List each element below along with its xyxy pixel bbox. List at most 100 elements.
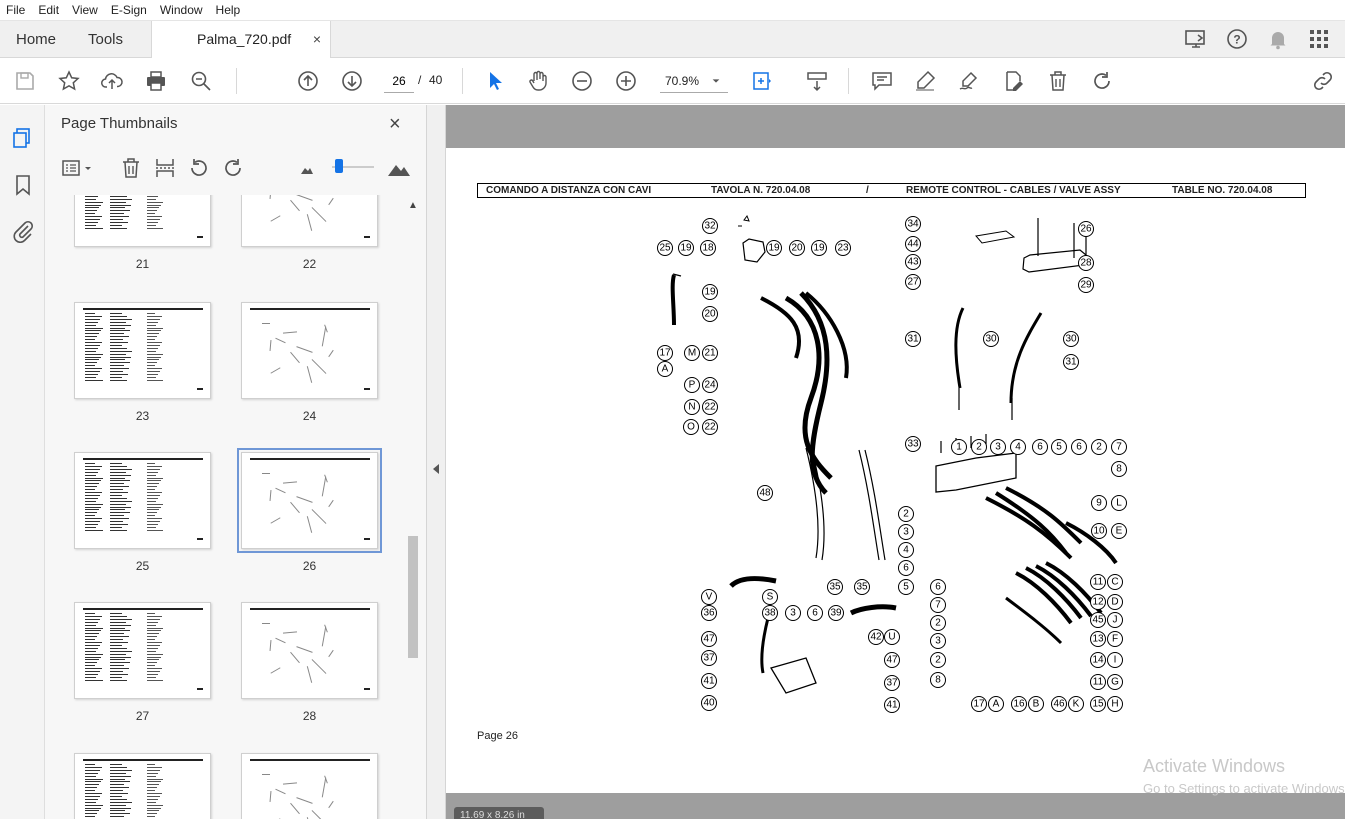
- collapse-panel-arrow-icon[interactable]: [433, 464, 439, 474]
- page-thumbnail[interactable]: [74, 452, 211, 549]
- page-thumbnail[interactable]: [74, 302, 211, 399]
- tab-tools[interactable]: Tools: [88, 21, 123, 58]
- part-callout: 37: [701, 650, 717, 666]
- bookmark-star-icon[interactable]: [56, 68, 82, 94]
- rotate-counterclockwise-icon[interactable]: [186, 155, 212, 181]
- svg-text:2: 2: [1096, 442, 1102, 453]
- help-icon[interactable]: ?: [1224, 26, 1250, 52]
- scroll-mode-icon[interactable]: [804, 68, 830, 94]
- page-footer-number: Page 26: [477, 730, 518, 742]
- share-screen-icon[interactable]: [1183, 26, 1209, 52]
- edit-pdf-icon[interactable]: [1001, 68, 1027, 94]
- part-callout: 19: [766, 240, 782, 256]
- exploded-parts-diagram: 3225 19 18 19 20 19 23192017AM 21P 24N 22O 224835 3…: [657, 214, 1127, 713]
- rotate-clockwise-icon[interactable]: [1089, 68, 1115, 94]
- notifications-bell-icon[interactable]: [1265, 26, 1291, 52]
- tab-home[interactable]: Home: [16, 21, 56, 58]
- thumbnail-options-menu-icon[interactable]: [59, 155, 95, 181]
- previous-page-icon[interactable]: [295, 68, 321, 94]
- delete-page-icon[interactable]: [118, 155, 144, 181]
- thumbnail-page-number: 22: [302, 257, 317, 271]
- attachments-paperclip-icon[interactable]: [10, 218, 36, 244]
- part-callout: 7: [1111, 439, 1127, 455]
- zoom-out-icon[interactable]: [569, 68, 595, 94]
- svg-text:19: 19: [704, 287, 716, 298]
- thumbnail-scrollbar[interactable]: ▲: [406, 200, 420, 819]
- page-thumbnail[interactable]: [241, 753, 378, 819]
- panel-collapse-bar[interactable]: [427, 105, 446, 819]
- thumbnail-page-number: 26: [302, 559, 317, 573]
- part-callout: 11: [1090, 574, 1106, 590]
- part-callout: B: [1028, 696, 1044, 712]
- draw-sign-icon[interactable]: [956, 68, 982, 94]
- fit-page-icon[interactable]: [749, 68, 775, 94]
- page-thumbnail[interactable]: [241, 602, 378, 699]
- part-callout: 4: [1010, 439, 1026, 455]
- part-callout: 2: [930, 615, 946, 631]
- svg-text:30: 30: [1065, 334, 1077, 345]
- page-thumbnails-icon[interactable]: [10, 125, 36, 151]
- delete-trash-icon[interactable]: [1045, 68, 1071, 94]
- svg-text:D: D: [1111, 597, 1118, 608]
- zoom-search-icon[interactable]: [188, 68, 214, 94]
- document-viewer[interactable]: COMANDO A DISTANZA CON CAVI TAVOLA N. 72…: [446, 105, 1345, 819]
- zoom-in-icon[interactable]: [613, 68, 639, 94]
- page-thumbnails-panel: Page Thumbnails × 21 22 23 24 25 26 27 28 ▲: [45, 105, 427, 819]
- part-callout: H: [1107, 696, 1123, 712]
- comment-icon[interactable]: [869, 68, 895, 94]
- zoom-level-select[interactable]: 70.9%: [660, 69, 728, 93]
- menu-window[interactable]: Window: [160, 3, 203, 17]
- share-link-icon[interactable]: [1310, 68, 1336, 94]
- svg-text:7: 7: [1116, 442, 1122, 453]
- close-tab-button[interactable]: ×: [313, 21, 321, 58]
- next-page-icon[interactable]: [339, 68, 365, 94]
- rotate-clockwise-icon[interactable]: [220, 155, 246, 181]
- part-callout: 46: [1051, 696, 1067, 712]
- part-callout: 27: [905, 274, 921, 290]
- menu-esign[interactable]: E-Sign: [111, 3, 147, 17]
- save-icon[interactable]: [12, 68, 38, 94]
- highlight-pen-icon[interactable]: [912, 68, 938, 94]
- svg-text:40: 40: [703, 698, 715, 709]
- svg-text:S: S: [767, 592, 774, 603]
- part-callout: D: [1107, 594, 1123, 610]
- part-callout: 44: [905, 236, 921, 252]
- scroll-up-arrow-icon[interactable]: ▲: [408, 200, 418, 211]
- select-cursor-icon[interactable]: [482, 68, 508, 94]
- print-icon[interactable]: [143, 68, 169, 94]
- hand-tool-icon[interactable]: [525, 68, 551, 94]
- thumbnail-size-slider-handle[interactable]: [335, 159, 343, 173]
- upload-cloud-icon[interactable]: [99, 68, 125, 94]
- page-thumbnail[interactable]: [74, 753, 211, 819]
- svg-text:11: 11: [1093, 577, 1104, 588]
- page-thumbnail[interactable]: [241, 195, 378, 247]
- svg-text:L: L: [1116, 498, 1122, 509]
- svg-text:46: 46: [1053, 699, 1065, 710]
- menu-file[interactable]: File: [6, 3, 25, 17]
- part-callout: A: [988, 696, 1004, 712]
- menu-help[interactable]: Help: [216, 3, 241, 17]
- svg-text:5: 5: [1056, 442, 1062, 453]
- svg-text:P: P: [689, 380, 696, 391]
- menu-view[interactable]: View: [72, 3, 98, 17]
- bookmarks-icon[interactable]: [10, 172, 36, 198]
- tab-document[interactable]: Palma_720.pdf ×: [151, 21, 331, 58]
- part-callout: 47: [701, 631, 717, 647]
- extract-pages-icon[interactable]: [152, 155, 178, 181]
- part-callout: 30: [983, 331, 999, 347]
- part-callout: 42: [868, 629, 884, 645]
- apps-grid-icon[interactable]: [1306, 26, 1332, 52]
- page-thumbnail[interactable]: [74, 602, 211, 699]
- part-callout: 8: [1111, 461, 1127, 477]
- svg-text:U: U: [888, 632, 895, 643]
- menu-edit[interactable]: Edit: [38, 3, 59, 17]
- page-thumbnail[interactable]: [74, 195, 211, 247]
- page-number-input[interactable]: [384, 69, 414, 93]
- page-thumbnail[interactable]: [241, 302, 378, 399]
- pdf-page: COMANDO A DISTANZA CON CAVI TAVOLA N. 72…: [446, 148, 1345, 793]
- svg-text:7: 7: [935, 600, 941, 611]
- svg-text:J: J: [1113, 615, 1118, 626]
- page-thumbnail[interactable]: [237, 448, 382, 553]
- scrollbar-thumb[interactable]: [408, 536, 418, 658]
- panel-close-button[interactable]: ×: [389, 113, 401, 136]
